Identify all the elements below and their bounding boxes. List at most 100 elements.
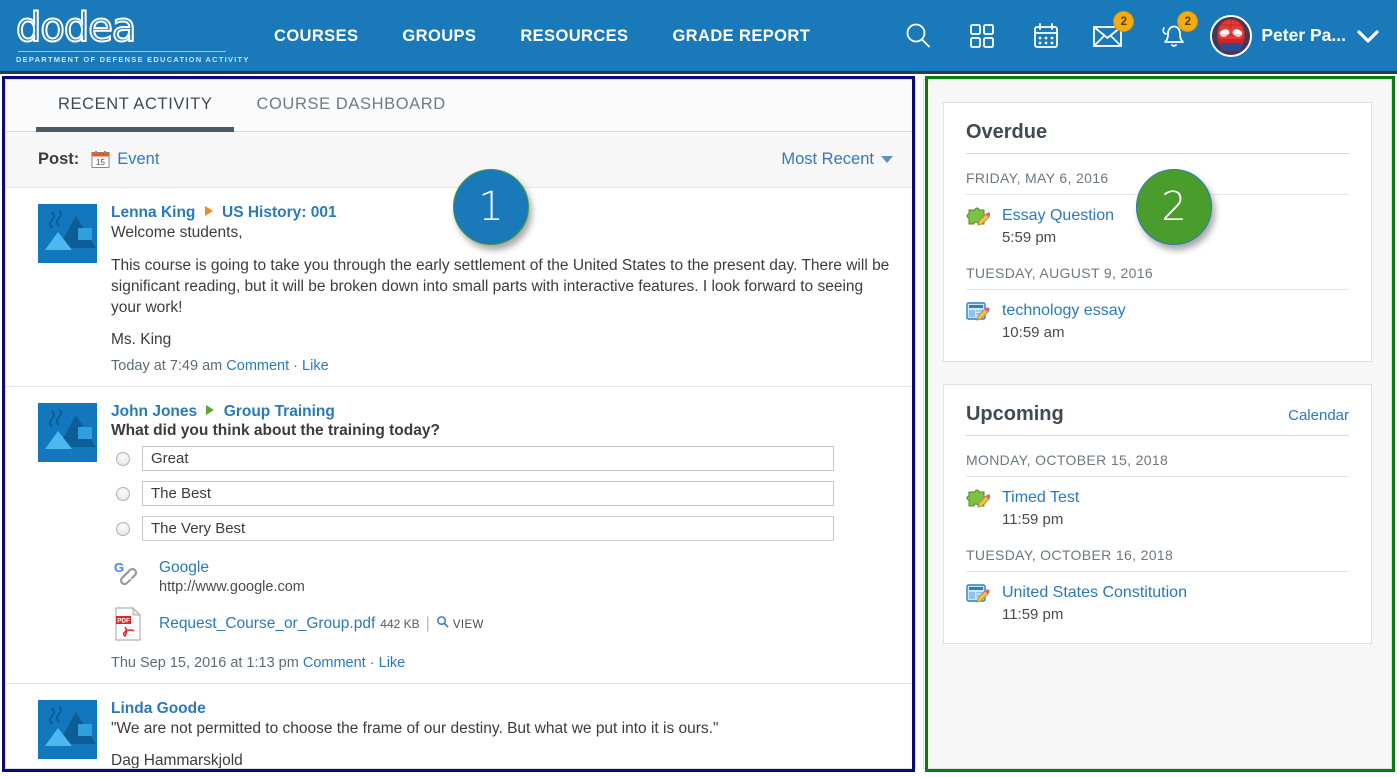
date-header: MONDAY, OCTOBER 15, 2018 — [965, 452, 1349, 477]
post-author[interactable]: Linda Goode — [111, 700, 206, 717]
logo-divider — [18, 51, 226, 52]
radio-button[interactable] — [116, 451, 130, 466]
avatar[interactable] — [38, 700, 97, 759]
post-author-line: John Jones Group Training — [111, 403, 893, 421]
google-link-icon: G — [111, 559, 145, 589]
calendar-button[interactable] — [1014, 0, 1078, 73]
svg-text:15: 15 — [96, 158, 105, 167]
avatar[interactable] — [38, 403, 97, 462]
file-text-group: Request_Course_or_Group.pdf 442 KB | VIE… — [159, 615, 484, 633]
callout-badge-2: 2 — [1136, 169, 1212, 245]
file-attachment[interactable]: PDF Request_Course_or_Group.pdf 442 KB | — [111, 607, 893, 641]
file-view-label[interactable]: VIEW — [453, 619, 484, 631]
post-timestamp: Today at 7:49 am — [111, 358, 223, 374]
post-label: Post: — [38, 150, 80, 168]
search-button[interactable] — [886, 0, 950, 73]
file-name[interactable]: Request_Course_or_Group.pdf — [159, 615, 375, 633]
upcoming-title: Upcoming — [965, 403, 1064, 425]
comment-link[interactable]: Comment — [226, 358, 289, 374]
poll-option-row[interactable]: The Very Best — [111, 516, 893, 541]
file-size: 442 KB — [380, 617, 420, 631]
due-item[interactable]: Timed Test 11:59 pm — [966, 488, 1349, 528]
post-event-link[interactable]: Event — [117, 150, 159, 169]
nav-item-courses[interactable]: COURSES — [252, 0, 380, 73]
post-signature: Dag Hammarskjold — [111, 752, 243, 768]
post-target[interactable]: US History: 001 — [222, 204, 337, 221]
page-body: RECENT ACTIVITY COURSE DASHBOARD Post: 1… — [0, 74, 1397, 774]
post-author-line: Linda Goode — [111, 700, 893, 718]
due-text-group: technology essay 10:59 am — [1002, 301, 1126, 341]
calendar-link[interactable]: Calendar — [1288, 407, 1349, 424]
assignment-doc-icon — [966, 583, 990, 605]
arrow-right-icon — [206, 405, 215, 415]
feed-post: Linda Goode "We are not permitted to cho… — [6, 684, 915, 768]
link-attachment[interactable]: G Google http://www.google.com — [111, 559, 893, 595]
due-time: 10:59 am — [1001, 324, 1065, 341]
post-target[interactable]: Group Training — [224, 403, 335, 420]
chevron-down-icon — [880, 156, 893, 163]
search-icon — [906, 23, 931, 47]
user-menu[interactable]: Peter Pa... — [1206, 14, 1387, 57]
nav-item-resources[interactable]: RESOURCES — [498, 0, 650, 73]
sort-dropdown[interactable]: Most Recent — [781, 150, 893, 169]
feed-post: John Jones Group Training What did you t… — [6, 387, 915, 684]
puzzle-assessment-icon — [966, 206, 991, 228]
post-body: Linda Goode "We are not permitted to cho… — [111, 700, 893, 768]
chevron-down-icon[interactable] — [1355, 27, 1381, 45]
post-author[interactable]: Lenna King — [111, 204, 195, 221]
mail-button[interactable]: 2 — [1078, 0, 1142, 73]
logo-subtitle: DEPARTMENT OF DEFENSE EDUCATION ACTIVITY — [16, 55, 250, 64]
due-item[interactable]: technology essay 10:59 am — [966, 301, 1349, 341]
due-title[interactable]: Timed Test — [1002, 488, 1079, 507]
upcoming-card-header: Upcoming Calendar — [965, 403, 1349, 436]
tab-course-dashboard[interactable]: COURSE DASHBOARD — [234, 80, 467, 131]
due-title[interactable]: technology essay — [1002, 301, 1126, 320]
dodea-logo[interactable]: dodea DEPARTMENT OF DEFENSE EDUCATION AC… — [15, 5, 250, 64]
post-author[interactable]: John Jones — [111, 403, 197, 420]
default-avatar-icon — [38, 700, 97, 759]
poll-option-row[interactable]: The Best — [111, 481, 893, 506]
due-title[interactable]: United States Constitution — [1002, 583, 1187, 602]
due-title[interactable]: Essay Question — [1002, 206, 1114, 225]
username-label: Peter Pa... — [1261, 25, 1346, 45]
post-body: John Jones Group Training What did you t… — [111, 403, 893, 671]
post-signature: Ms. King — [111, 331, 172, 348]
post-meta: Today at 7:49 am Comment · Like — [111, 358, 893, 374]
date-header: TUESDAY, OCTOBER 16, 2018 — [965, 547, 1349, 572]
avatar[interactable] — [1210, 14, 1253, 57]
nav-item-grade-report[interactable]: GRADE REPORT — [650, 0, 832, 73]
app-header: dodea DEPARTMENT OF DEFENSE EDUCATION AC… — [0, 0, 1397, 74]
mail-badge: 2 — [1113, 10, 1135, 32]
nav-item-groups[interactable]: GROUPS — [380, 0, 498, 73]
avatar[interactable] — [38, 204, 97, 263]
poll-option-input[interactable]: Great — [142, 446, 834, 471]
logo-wordmark: dodea — [15, 5, 137, 51]
meta-separator: · — [293, 358, 299, 374]
due-text-group: United States Constitution 11:59 pm — [1002, 583, 1187, 623]
default-avatar-icon — [38, 204, 97, 263]
calendar-15-icon: 15 — [91, 151, 110, 168]
like-link[interactable]: Like — [379, 655, 406, 671]
overdue-title: Overdue — [965, 121, 1048, 143]
link-title[interactable]: Google — [159, 559, 305, 577]
poll-option-input[interactable]: The Best — [142, 481, 834, 506]
link-text-group: Google http://www.google.com — [159, 559, 305, 595]
activity-feed: Lenna King US History: 001 Welcome stude… — [6, 188, 915, 768]
magnifier-icon — [436, 616, 449, 628]
post-bar: Post: 15 Event Most Recent — [6, 132, 915, 188]
radio-button[interactable] — [116, 521, 130, 536]
notifications-button[interactable]: 2 — [1142, 0, 1206, 73]
poll-option-row[interactable]: Great — [111, 446, 893, 471]
radio-button[interactable] — [116, 486, 130, 501]
post-paragraph: This course is going to take you through… — [111, 257, 890, 316]
due-time: 5:59 pm — [1001, 229, 1057, 246]
poll-option-input[interactable]: The Very Best — [142, 516, 834, 541]
like-link[interactable]: Like — [302, 358, 329, 374]
tab-recent-activity[interactable]: RECENT ACTIVITY — [36, 80, 235, 132]
due-item[interactable]: United States Constitution 11:59 pm — [966, 583, 1349, 623]
calendar-icon — [1034, 22, 1059, 48]
comment-link[interactable]: Comment — [303, 655, 366, 671]
divider: | — [425, 615, 430, 632]
assignment-doc-icon — [966, 301, 990, 323]
apps-grid-button[interactable] — [950, 0, 1014, 73]
